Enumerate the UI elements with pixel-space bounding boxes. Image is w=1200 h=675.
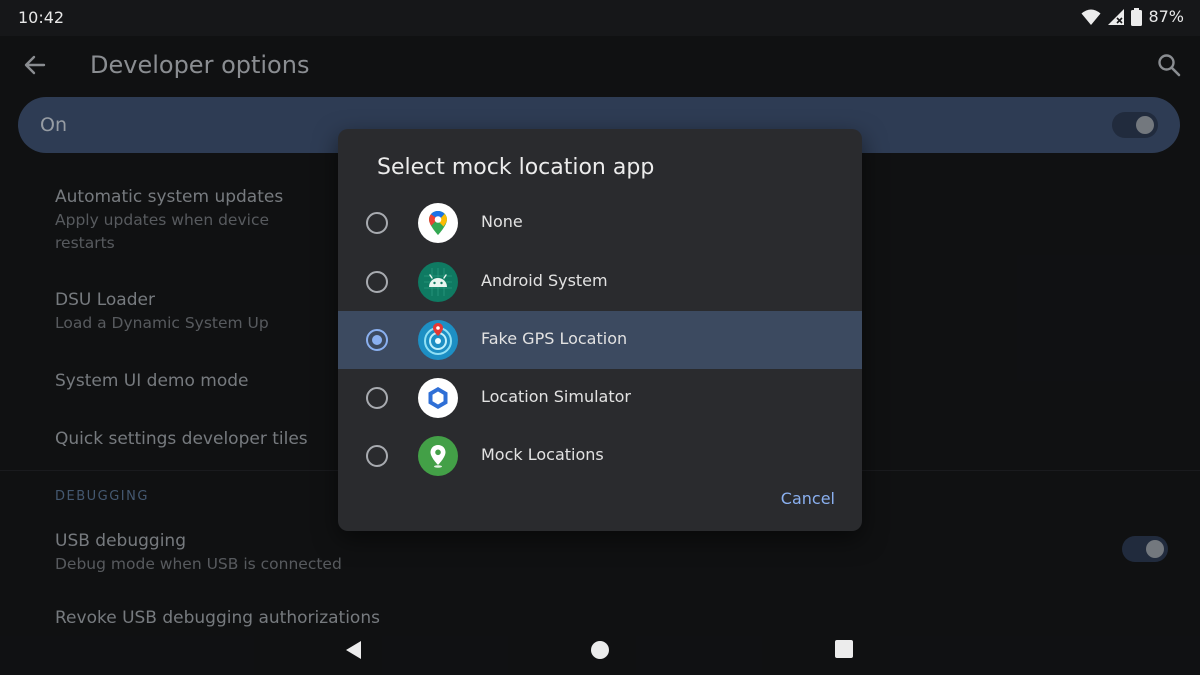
wifi-icon: [1081, 9, 1101, 25]
option-location-simulator[interactable]: Location Simulator: [338, 369, 862, 427]
option-mock-locations[interactable]: Mock Locations: [338, 427, 862, 485]
option-android-system[interactable]: Android System: [338, 253, 862, 311]
android-system-icon: [418, 262, 458, 302]
radio-button[interactable]: [366, 212, 388, 234]
radio-button[interactable]: [366, 445, 388, 467]
google-maps-icon: [418, 203, 458, 243]
dialog-title: Select mock location app: [377, 155, 655, 180]
nav-recents-icon[interactable]: [835, 640, 853, 658]
option-label: Mock Locations: [481, 445, 604, 464]
radio-button-checked[interactable]: [366, 329, 388, 351]
radio-button[interactable]: [366, 271, 388, 293]
status-time: 10:42: [18, 8, 65, 27]
nav-back-icon[interactable]: [344, 640, 364, 660]
option-label: Location Simulator: [481, 387, 631, 406]
location-simulator-icon: [418, 378, 458, 418]
status-icons: 87%: [1081, 7, 1184, 26]
option-label: Android System: [481, 271, 608, 290]
battery-percent: 87%: [1148, 7, 1184, 26]
status-bar: 10:42 87%: [0, 0, 1200, 36]
screen: 10:42 87% Developer options On Automatic…: [0, 0, 1200, 675]
radio-dot: [372, 335, 382, 345]
option-label: Fake GPS Location: [481, 329, 628, 348]
mock-location-dialog: Select mock location app None Android Sy…: [338, 129, 862, 531]
battery-icon: [1131, 7, 1143, 26]
fake-gps-icon: [418, 320, 458, 360]
nav-home-icon[interactable]: [591, 641, 609, 659]
option-label: None: [481, 212, 523, 231]
option-none[interactable]: None: [338, 194, 862, 252]
cellular-signal-icon: [1108, 8, 1125, 25]
option-fake-gps-location[interactable]: Fake GPS Location: [338, 311, 862, 369]
cancel-button[interactable]: Cancel: [781, 489, 835, 508]
radio-button[interactable]: [366, 387, 388, 409]
mock-locations-icon: [418, 436, 458, 476]
